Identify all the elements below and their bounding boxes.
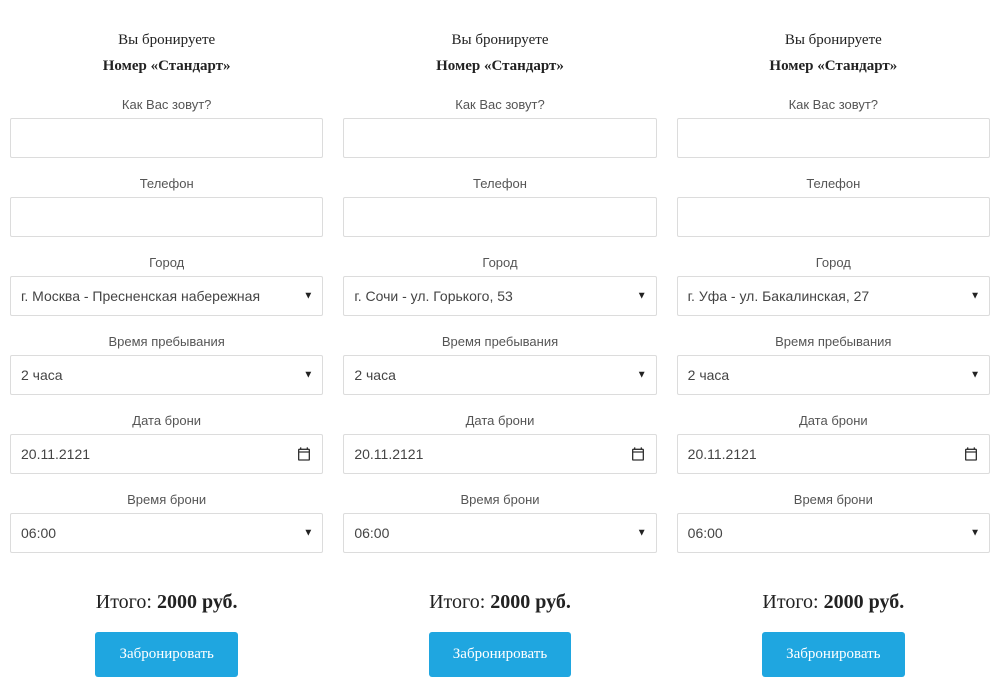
phone-label: Телефон xyxy=(677,176,990,191)
total-amount: 2000 xyxy=(824,591,864,613)
total-label: Итого: xyxy=(429,591,485,613)
duration-select[interactable]: 2 часа xyxy=(10,355,323,395)
book-button[interactable]: Забронировать xyxy=(429,632,571,677)
form-heading: Вы бронируете Номер «Стандарт» xyxy=(343,28,656,79)
heading-line2: Номер «Стандарт» xyxy=(10,54,323,80)
calendar-icon xyxy=(296,446,312,462)
total-label: Итого: xyxy=(762,591,818,613)
time-select[interactable]: 06:00 xyxy=(10,513,323,553)
heading-line2: Номер «Стандарт» xyxy=(343,54,656,80)
total-amount: 2000 xyxy=(490,591,530,613)
phone-label: Телефон xyxy=(10,176,323,191)
time-select[interactable]: 06:00 xyxy=(343,513,656,553)
city-label: Город xyxy=(677,255,990,270)
book-button[interactable]: Забронировать xyxy=(95,632,237,677)
phone-label: Телефон xyxy=(343,176,656,191)
duration-select[interactable]: 2 часа xyxy=(677,355,990,395)
date-label: Дата брони xyxy=(343,413,656,428)
date-input[interactable]: 20.11.2121 xyxy=(343,434,656,474)
duration-label: Время пребывания xyxy=(343,334,656,349)
total-line: Итого: 2000 руб. xyxy=(343,591,656,614)
time-label: Время брони xyxy=(343,492,656,507)
date-value: 20.11.2121 xyxy=(688,446,757,462)
date-label: Дата брони xyxy=(10,413,323,428)
name-input[interactable] xyxy=(343,118,656,158)
city-label: Город xyxy=(343,255,656,270)
form-heading: Вы бронируете Номер «Стандарт» xyxy=(10,28,323,79)
heading-line2: Номер «Стандарт» xyxy=(677,54,990,80)
book-button[interactable]: Забронировать xyxy=(762,632,904,677)
duration-label: Время пребывания xyxy=(10,334,323,349)
city-select[interactable]: г. Москва - Пресненская набережная xyxy=(10,276,323,316)
booking-form-2: Вы бронируете Номер «Стандарт» Как Вас з… xyxy=(343,0,656,677)
total-currency: руб. xyxy=(535,591,571,613)
form-heading: Вы бронируете Номер «Стандарт» xyxy=(677,28,990,79)
total-currency: руб. xyxy=(202,591,238,613)
total-line: Итого: 2000 руб. xyxy=(10,591,323,614)
date-value: 20.11.2121 xyxy=(21,446,90,462)
name-label: Как Вас зовут? xyxy=(677,97,990,112)
date-input[interactable]: 20.11.2121 xyxy=(677,434,990,474)
heading-line1: Вы бронируете xyxy=(343,28,656,54)
time-label: Время брони xyxy=(677,492,990,507)
phone-input[interactable] xyxy=(677,197,990,237)
calendar-icon xyxy=(963,446,979,462)
duration-label: Время пребывания xyxy=(677,334,990,349)
heading-line1: Вы бронируете xyxy=(677,28,990,54)
date-input[interactable]: 20.11.2121 xyxy=(10,434,323,474)
date-label: Дата брони xyxy=(677,413,990,428)
date-value: 20.11.2121 xyxy=(354,446,423,462)
name-label: Как Вас зовут? xyxy=(343,97,656,112)
phone-input[interactable] xyxy=(343,197,656,237)
booking-form-1: Вы бронируете Номер «Стандарт» Как Вас з… xyxy=(10,0,323,677)
phone-input[interactable] xyxy=(10,197,323,237)
time-label: Время брони xyxy=(10,492,323,507)
booking-forms-row: Вы бронируете Номер «Стандарт» Как Вас з… xyxy=(0,0,1000,677)
name-label: Как Вас зовут? xyxy=(10,97,323,112)
name-input[interactable] xyxy=(10,118,323,158)
calendar-icon xyxy=(630,446,646,462)
total-amount: 2000 xyxy=(157,591,197,613)
booking-form-3: Вы бронируете Номер «Стандарт» Как Вас з… xyxy=(677,0,990,677)
total-label: Итого: xyxy=(96,591,152,613)
heading-line1: Вы бронируете xyxy=(10,28,323,54)
city-select[interactable]: г. Сочи - ул. Горького, 53 xyxy=(343,276,656,316)
city-select[interactable]: г. Уфа - ул. Бакалинская, 27 xyxy=(677,276,990,316)
total-line: Итого: 2000 руб. xyxy=(677,591,990,614)
duration-select[interactable]: 2 часа xyxy=(343,355,656,395)
time-select[interactable]: 06:00 xyxy=(677,513,990,553)
total-currency: руб. xyxy=(869,591,905,613)
city-label: Город xyxy=(10,255,323,270)
name-input[interactable] xyxy=(677,118,990,158)
